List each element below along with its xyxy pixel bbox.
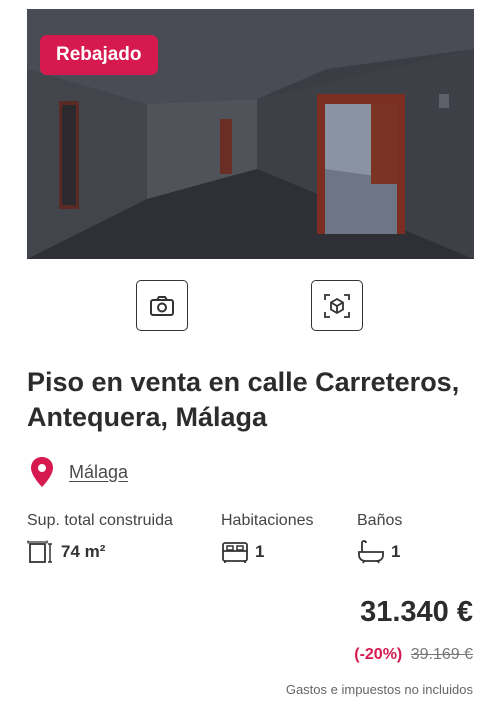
discount-row: (-20%) 39.169 € <box>354 646 473 664</box>
feature-baths-value: 1 <box>391 542 401 561</box>
feature-area-label: Sup. total construida <box>27 512 173 529</box>
listing-title[interactable]: Piso en venta en calle Carreteros, Anteq… <box>27 365 477 435</box>
camera-icon <box>150 295 174 316</box>
feature-rooms-value: 1 <box>255 542 265 561</box>
location-link[interactable]: Málaga <box>69 462 128 483</box>
discount-badge: Rebajado <box>40 35 158 75</box>
virtual-tour-cube-icon <box>324 293 350 318</box>
price: 31.340 € <box>360 596 473 628</box>
feature-rooms: Habitaciones 1 <box>221 512 314 564</box>
virtual-tour-button[interactable] <box>311 280 363 331</box>
taxes-note: Gastos e impuestos no incluidos <box>285 682 473 697</box>
photos-button[interactable] <box>136 280 188 331</box>
location-pin-icon <box>31 457 53 487</box>
feature-baths-label: Baños <box>357 512 403 529</box>
feature-area: Sup. total construida 74 m² <box>27 512 173 564</box>
discount-percent: (-20%) <box>354 646 403 663</box>
bed-icon <box>222 542 248 563</box>
bathtub-icon <box>358 540 384 564</box>
property-card[interactable]: Rebajado Piso en venta en calle Carreter… <box>0 0 500 718</box>
feature-area-value: 74 m² <box>61 542 106 561</box>
area-icon <box>27 540 52 563</box>
feature-baths: Baños 1 <box>357 512 402 564</box>
feature-rooms-label: Habitaciones <box>221 512 314 529</box>
location: Málaga <box>30 456 128 488</box>
old-price: 39.169 € <box>410 646 473 663</box>
